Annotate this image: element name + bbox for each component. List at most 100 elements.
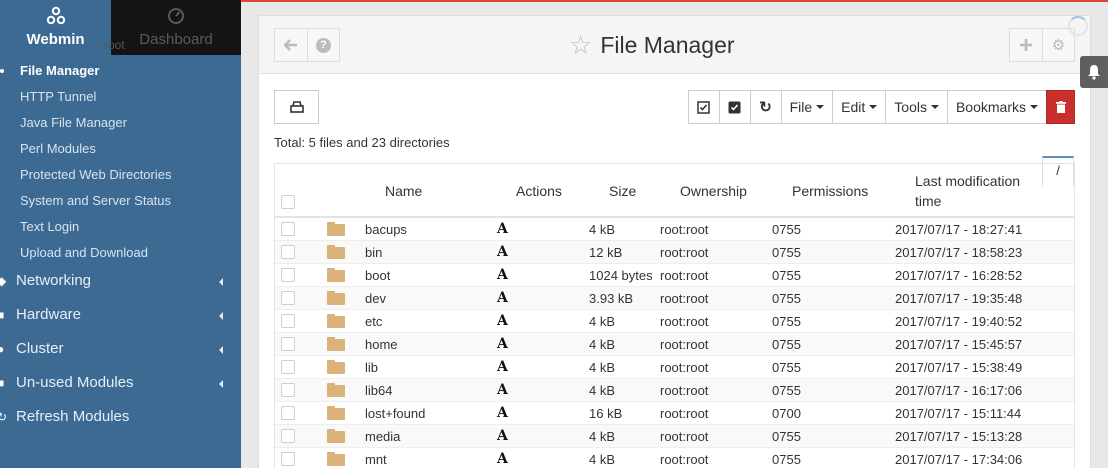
sidebar-item-java-file-manager[interactable]: Java File Manager	[0, 110, 241, 136]
file-permissions[interactable]: 0755	[772, 333, 801, 356]
file-ownership[interactable]: root:root	[660, 287, 708, 310]
file-permissions[interactable]: 0755	[772, 356, 801, 379]
table-row[interactable]: lib A 4 kB root:root 0755 2017/07/17 - 15:38:…	[275, 356, 1074, 379]
table-row[interactable]: home A 4 kB root:root 0755 2017/07/17 - 15:45…	[275, 333, 1074, 356]
webmin-tab[interactable]: Webmin	[0, 0, 111, 55]
refresh-button[interactable]: ↻	[749, 90, 782, 124]
invert-selection-button[interactable]	[718, 90, 751, 124]
file-name-link[interactable]: lib64	[365, 379, 392, 402]
sidebar-item-text-login[interactable]: Text Login	[0, 214, 241, 240]
sidebar-item-perl-modules[interactable]: Perl Modules	[0, 136, 241, 162]
category-hardware[interactable]: ■ Hardware	[0, 298, 241, 332]
table-row[interactable]: mnt A 4 kB root:root 0755 2017/07/17 - 17:34:…	[275, 448, 1074, 468]
file-ownership[interactable]: root:root	[660, 448, 708, 468]
row-checkbox[interactable]	[281, 406, 295, 420]
file-permissions[interactable]: 0755	[772, 218, 801, 241]
table-row[interactable]: lost+found A 16 kB root:root 0700 2017/07/17 …	[275, 402, 1074, 425]
row-checkbox[interactable]	[281, 429, 295, 443]
file-ownership[interactable]: root:root	[660, 241, 708, 264]
row-checkbox[interactable]	[281, 268, 295, 282]
file-name-link[interactable]: lib	[365, 356, 378, 379]
file-permissions[interactable]: 0755	[772, 310, 801, 333]
row-checkbox[interactable]	[281, 360, 295, 374]
header-ownership[interactable]: Ownership	[680, 181, 747, 201]
edit-action-icon[interactable]: A	[497, 287, 508, 310]
file-name-link[interactable]: mnt	[365, 448, 387, 468]
file-name-link[interactable]: boot	[365, 264, 390, 287]
row-checkbox[interactable]	[281, 337, 295, 351]
table-row[interactable]: dev A 3.93 kB root:root 0755 2017/07/17 - 19:…	[275, 287, 1074, 310]
add-button[interactable]	[1010, 29, 1042, 61]
file-name-link[interactable]: home	[365, 333, 398, 356]
table-row[interactable]: media A 4 kB root:root 0755 2017/07/17 - 15:1…	[275, 425, 1074, 448]
dashboard-tab[interactable]: Dashboard	[111, 0, 241, 55]
file-ownership[interactable]: root:root	[660, 264, 708, 287]
file-menu[interactable]: File	[780, 90, 834, 124]
edit-action-icon[interactable]: A	[497, 264, 508, 287]
file-permissions[interactable]: 0755	[772, 379, 801, 402]
settings-button[interactable]: ⚙	[1042, 29, 1074, 61]
file-name-link[interactable]: dev	[365, 287, 386, 310]
file-ownership[interactable]: root:root	[660, 379, 708, 402]
star-icon[interactable]: ☆	[569, 32, 592, 58]
edit-action-icon[interactable]: A	[497, 241, 508, 264]
file-permissions[interactable]: 0755	[772, 241, 801, 264]
row-checkbox[interactable]	[281, 314, 295, 328]
file-name-link[interactable]: media	[365, 425, 400, 448]
file-permissions[interactable]: 0755	[772, 425, 801, 448]
file-ownership[interactable]: root:root	[660, 356, 708, 379]
tools-menu[interactable]: Tools	[885, 90, 948, 124]
select-all-button[interactable]	[687, 90, 720, 124]
edit-action-icon[interactable]: A	[497, 425, 508, 448]
file-name-link[interactable]: bin	[365, 241, 382, 264]
sidebar-item-protected-web-directories[interactable]: Protected Web Directories	[0, 162, 241, 188]
file-ownership[interactable]: root:root	[660, 218, 708, 241]
table-row[interactable]: bin A 12 kB root:root 0755 2017/07/17 - 18:58…	[275, 241, 1074, 264]
file-ownership[interactable]: root:root	[660, 402, 708, 425]
header-size[interactable]: Size	[609, 181, 636, 201]
file-ownership[interactable]: root:root	[660, 310, 708, 333]
sidebar-item-upload-download[interactable]: Upload and Download	[0, 240, 241, 266]
sidebar-item-file-manager[interactable]: File Manager	[0, 58, 241, 84]
notifications-tab[interactable]	[1080, 56, 1108, 88]
edit-action-icon[interactable]: A	[497, 379, 508, 402]
edit-action-icon[interactable]: A	[497, 310, 508, 333]
edit-action-icon[interactable]: A	[497, 402, 508, 425]
row-checkbox[interactable]	[281, 291, 295, 305]
file-name-link[interactable]: etc	[365, 310, 382, 333]
sidebar-item-http-tunnel[interactable]: HTTP Tunnel	[0, 84, 241, 110]
file-permissions[interactable]: 0700	[772, 402, 801, 425]
file-permissions[interactable]: 0755	[772, 264, 801, 287]
print-button[interactable]	[274, 90, 319, 124]
sidebar-item-system-server-status[interactable]: System and Server Status	[0, 188, 241, 214]
category-cluster[interactable]: ● Cluster	[0, 332, 241, 366]
header-modified[interactable]: Last modification time	[915, 171, 1020, 211]
bookmarks-menu[interactable]: Bookmarks	[946, 90, 1047, 124]
row-checkbox[interactable]	[281, 222, 295, 236]
file-permissions[interactable]: 0755	[772, 287, 801, 310]
table-row[interactable]: boot A 1024 bytes root:root 0755 2017/07/17 -…	[275, 264, 1074, 287]
edit-menu[interactable]: Edit	[832, 90, 887, 124]
file-permissions[interactable]: 0755	[772, 448, 801, 468]
category-networking[interactable]: ◆ Networking	[0, 264, 241, 298]
table-row[interactable]: etc A 4 kB root:root 0755 2017/07/17 - 19:40:…	[275, 310, 1074, 333]
select-all-checkbox[interactable]	[281, 195, 295, 209]
file-ownership[interactable]: root:root	[660, 333, 708, 356]
edit-action-icon[interactable]: A	[497, 356, 508, 379]
edit-action-icon[interactable]: A	[497, 333, 508, 356]
row-checkbox[interactable]	[281, 383, 295, 397]
file-ownership[interactable]: root:root	[660, 425, 708, 448]
category-refresh-modules[interactable]: ↻ Refresh Modules	[0, 400, 241, 434]
header-name[interactable]: Name	[385, 181, 422, 201]
category-unused-modules[interactable]: ■ Un-used Modules	[0, 366, 241, 400]
edit-action-icon[interactable]: A	[497, 448, 508, 468]
header-permissions[interactable]: Permissions	[792, 181, 868, 201]
file-name-link[interactable]: lost+found	[365, 402, 425, 425]
back-button[interactable]	[275, 29, 307, 61]
table-row[interactable]: lib64 A 4 kB root:root 0755 2017/07/17 - 16:1…	[275, 379, 1074, 402]
table-row[interactable]: bacups A 4 kB root:root 0755 2017/07/17 - 18:…	[275, 218, 1074, 241]
help-button[interactable]: ?	[307, 29, 339, 61]
delete-button[interactable]	[1046, 90, 1075, 124]
row-checkbox[interactable]	[281, 245, 295, 259]
row-checkbox[interactable]	[281, 452, 295, 466]
